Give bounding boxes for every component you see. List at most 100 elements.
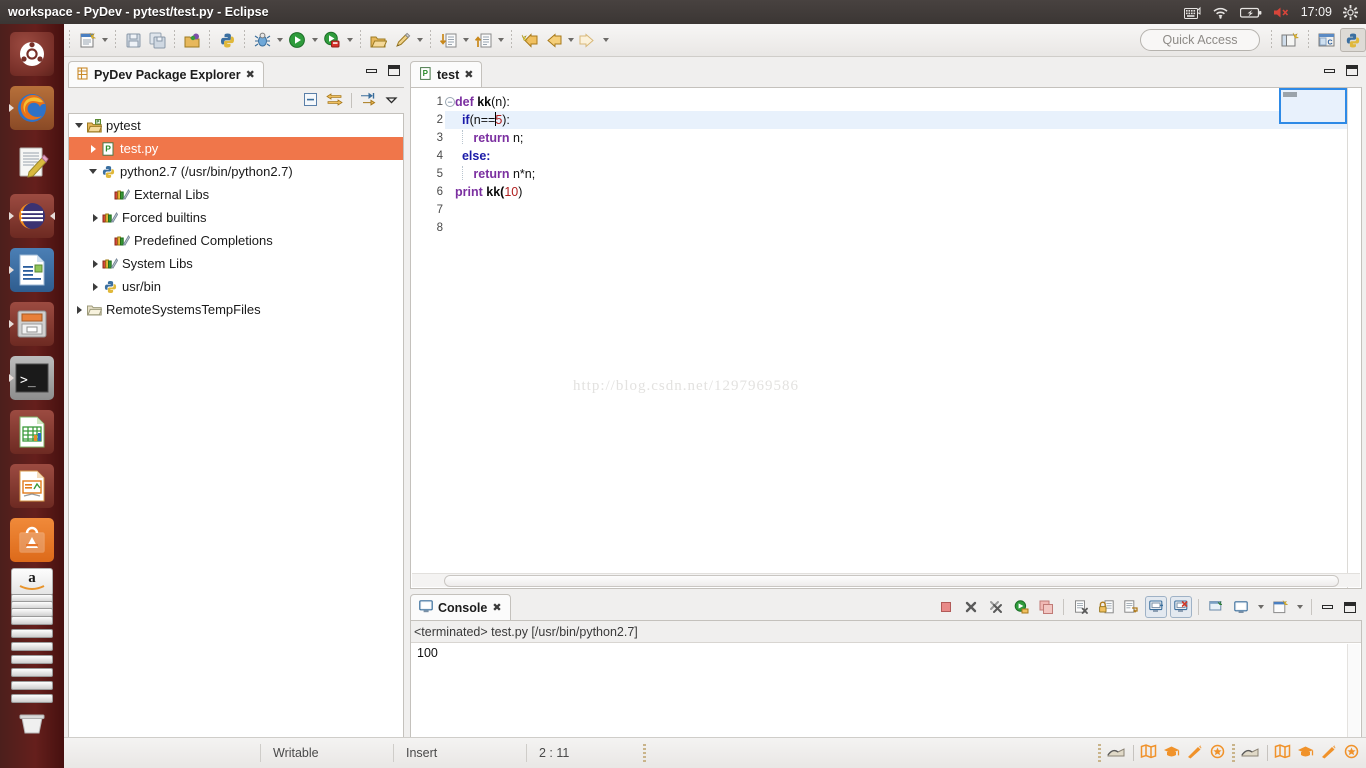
- tab-test[interactable]: P test ✖: [410, 61, 483, 87]
- new-icon[interactable]: [75, 28, 99, 52]
- view-menu-icon[interactable]: [385, 93, 398, 109]
- open-console-dropdown-arrow-icon[interactable]: [1294, 595, 1305, 619]
- launcher-item-libreoffice-writer[interactable]: [8, 246, 56, 294]
- next-annotation-dropdown-arrow-icon[interactable]: [460, 28, 471, 52]
- relaunch-icon[interactable]: [1010, 596, 1032, 618]
- keyboard-icon[interactable]: [1183, 6, 1201, 19]
- last-edit-location-icon[interactable]: [517, 28, 541, 52]
- next-annotation-icon[interactable]: [436, 28, 460, 52]
- duplicate-icon[interactable]: [1035, 596, 1057, 618]
- open-console-icon[interactable]: [1269, 596, 1291, 618]
- minimize-icon[interactable]: [366, 68, 377, 73]
- badge-icon[interactable]: [1343, 744, 1360, 762]
- remove-launch-icon[interactable]: [960, 596, 982, 618]
- coverage-icon[interactable]: [320, 28, 344, 52]
- wand-icon[interactable]: [1186, 744, 1203, 762]
- debug-icon[interactable]: [250, 28, 274, 52]
- code-line-8[interactable]: [445, 219, 1361, 237]
- launcher-item-libreoffice-calc[interactable]: [8, 408, 56, 456]
- quick-view-icon[interactable]: [1107, 744, 1127, 763]
- code-line-1[interactable]: def kk(n):: [445, 93, 1361, 111]
- twisty-closed-icon[interactable]: [73, 298, 85, 321]
- launcher-stack-lower[interactable]: [8, 616, 56, 746]
- code-line-2[interactable]: if(n==5):: [445, 111, 1361, 129]
- clock[interactable]: 17:09: [1301, 5, 1332, 19]
- pin-console-icon[interactable]: [1205, 596, 1227, 618]
- tab-console[interactable]: Console ✖: [410, 594, 511, 620]
- python-icon[interactable]: [215, 28, 239, 52]
- tab-pydev-package-explorer[interactable]: PyDev Package Explorer ✖: [68, 61, 264, 87]
- toolbar-drag-handle[interactable]: [1098, 744, 1101, 762]
- launcher-item-firefox[interactable]: [8, 84, 56, 132]
- back-dropdown-arrow-icon[interactable]: [565, 28, 576, 52]
- tree-item-python27[interactable]: python2.7 (/usr/bin/python2.7): [69, 160, 403, 183]
- run-dropdown-arrow-icon[interactable]: [309, 28, 320, 52]
- code-line-3[interactable]: return n;: [445, 129, 1361, 147]
- launcher-item-eclipse[interactable]: [8, 192, 56, 240]
- close-icon[interactable]: ✖: [492, 601, 501, 614]
- clear-console-icon[interactable]: [1070, 596, 1092, 618]
- code-text[interactable]: def kk(n): if(n==5): return n; else: ret…: [445, 88, 1361, 588]
- twisty-open-icon[interactable]: [73, 114, 85, 137]
- status-drag-handle[interactable]: [643, 744, 646, 762]
- launcher-item-libreoffice-impress[interactable]: [8, 462, 56, 510]
- coverage-dropdown-arrow-icon[interactable]: [344, 28, 355, 52]
- forward-dropdown-arrow-icon[interactable]: [600, 28, 611, 52]
- open-perspective-icon[interactable]: [1277, 28, 1303, 52]
- twisty-open-icon[interactable]: [87, 160, 99, 183]
- forward-icon[interactable]: [576, 28, 600, 52]
- open-type-icon[interactable]: [366, 28, 390, 52]
- link-with-editor-icon[interactable]: [326, 92, 343, 110]
- save-icon[interactable]: [121, 28, 145, 52]
- scrollbar-thumb[interactable]: [444, 575, 1339, 587]
- wifi-icon[interactable]: [1212, 6, 1229, 19]
- launcher-item-text-editor[interactable]: [8, 138, 56, 186]
- toolbar-drag-handle[interactable]: [1232, 744, 1235, 762]
- project-tree[interactable]: P pytest P test.py python2.7 (/usr/bin/p…: [68, 113, 404, 755]
- content-hover-popup[interactable]: [1279, 88, 1347, 124]
- previous-annotation-icon[interactable]: [471, 28, 495, 52]
- pin-dropdown-arrow-icon[interactable]: [414, 28, 425, 52]
- back-icon[interactable]: [541, 28, 565, 52]
- show-console-on-error-icon[interactable]: [1170, 596, 1192, 618]
- word-wrap-icon[interactable]: [1120, 596, 1142, 618]
- tree-item-remote-systems-temp-files[interactable]: RemoteSystemsTempFiles: [69, 298, 403, 321]
- minimize-icon[interactable]: [1322, 605, 1333, 609]
- launcher-item-files[interactable]: [8, 300, 56, 348]
- collapse-all-icon[interactable]: [303, 92, 318, 110]
- tree-item-usr-bin[interactable]: usr/bin: [69, 275, 403, 298]
- console-vertical-scrollbar[interactable]: [1347, 644, 1360, 739]
- code-view[interactable]: 1− 2 3 4 5 6 7 8 def kk(n): if(n==5): re…: [411, 88, 1361, 588]
- remove-all-terminated-icon[interactable]: [985, 596, 1007, 618]
- twisty-closed-icon[interactable]: [89, 275, 101, 298]
- maximize-icon[interactable]: [1344, 601, 1356, 613]
- editor-horizontal-scrollbar[interactable]: [412, 573, 1360, 587]
- maximize-icon[interactable]: [388, 65, 400, 76]
- editor-body[interactable]: 1− 2 3 4 5 6 7 8 def kk(n): if(n==5): re…: [410, 87, 1362, 589]
- terminate-icon[interactable]: [935, 596, 957, 618]
- console-output[interactable]: 100: [411, 643, 1361, 663]
- mortarboard-icon[interactable]: [1163, 744, 1180, 762]
- tree-item-forced-builtins[interactable]: Forced builtins: [69, 206, 403, 229]
- twisty-closed-icon[interactable]: [89, 252, 101, 275]
- java-perspective-icon[interactable]: C: [1314, 28, 1340, 52]
- display-selected-console-dropdown-arrow-icon[interactable]: [1255, 595, 1266, 619]
- twisty-closed-icon[interactable]: [87, 137, 99, 160]
- volume-muted-icon[interactable]: [1273, 6, 1290, 19]
- pin-icon[interactable]: [390, 28, 414, 52]
- wand-icon[interactable]: [1320, 744, 1337, 762]
- previous-annotation-dropdown-arrow-icon[interactable]: [495, 28, 506, 52]
- tree-item-system-libs[interactable]: System Libs: [69, 252, 403, 275]
- console-body[interactable]: <terminated> test.py [/usr/bin/python2.7…: [410, 620, 1362, 755]
- mortarboard-icon[interactable]: [1297, 744, 1314, 762]
- system-menu-icon[interactable]: [1343, 4, 1358, 20]
- pydev-perspective-icon[interactable]: [1340, 28, 1366, 52]
- map-icon[interactable]: [1274, 744, 1291, 762]
- scroll-lock-icon[interactable]: [1095, 596, 1117, 618]
- save-all-icon[interactable]: [145, 28, 169, 52]
- launcher-item-amazon[interactable]: a: [8, 568, 56, 617]
- code-line-4[interactable]: else:: [445, 147, 1361, 165]
- twisty-closed-icon[interactable]: [89, 206, 101, 229]
- launcher-item-ubuntu-dash[interactable]: [8, 30, 56, 78]
- code-line-5[interactable]: return n*n;: [445, 165, 1361, 183]
